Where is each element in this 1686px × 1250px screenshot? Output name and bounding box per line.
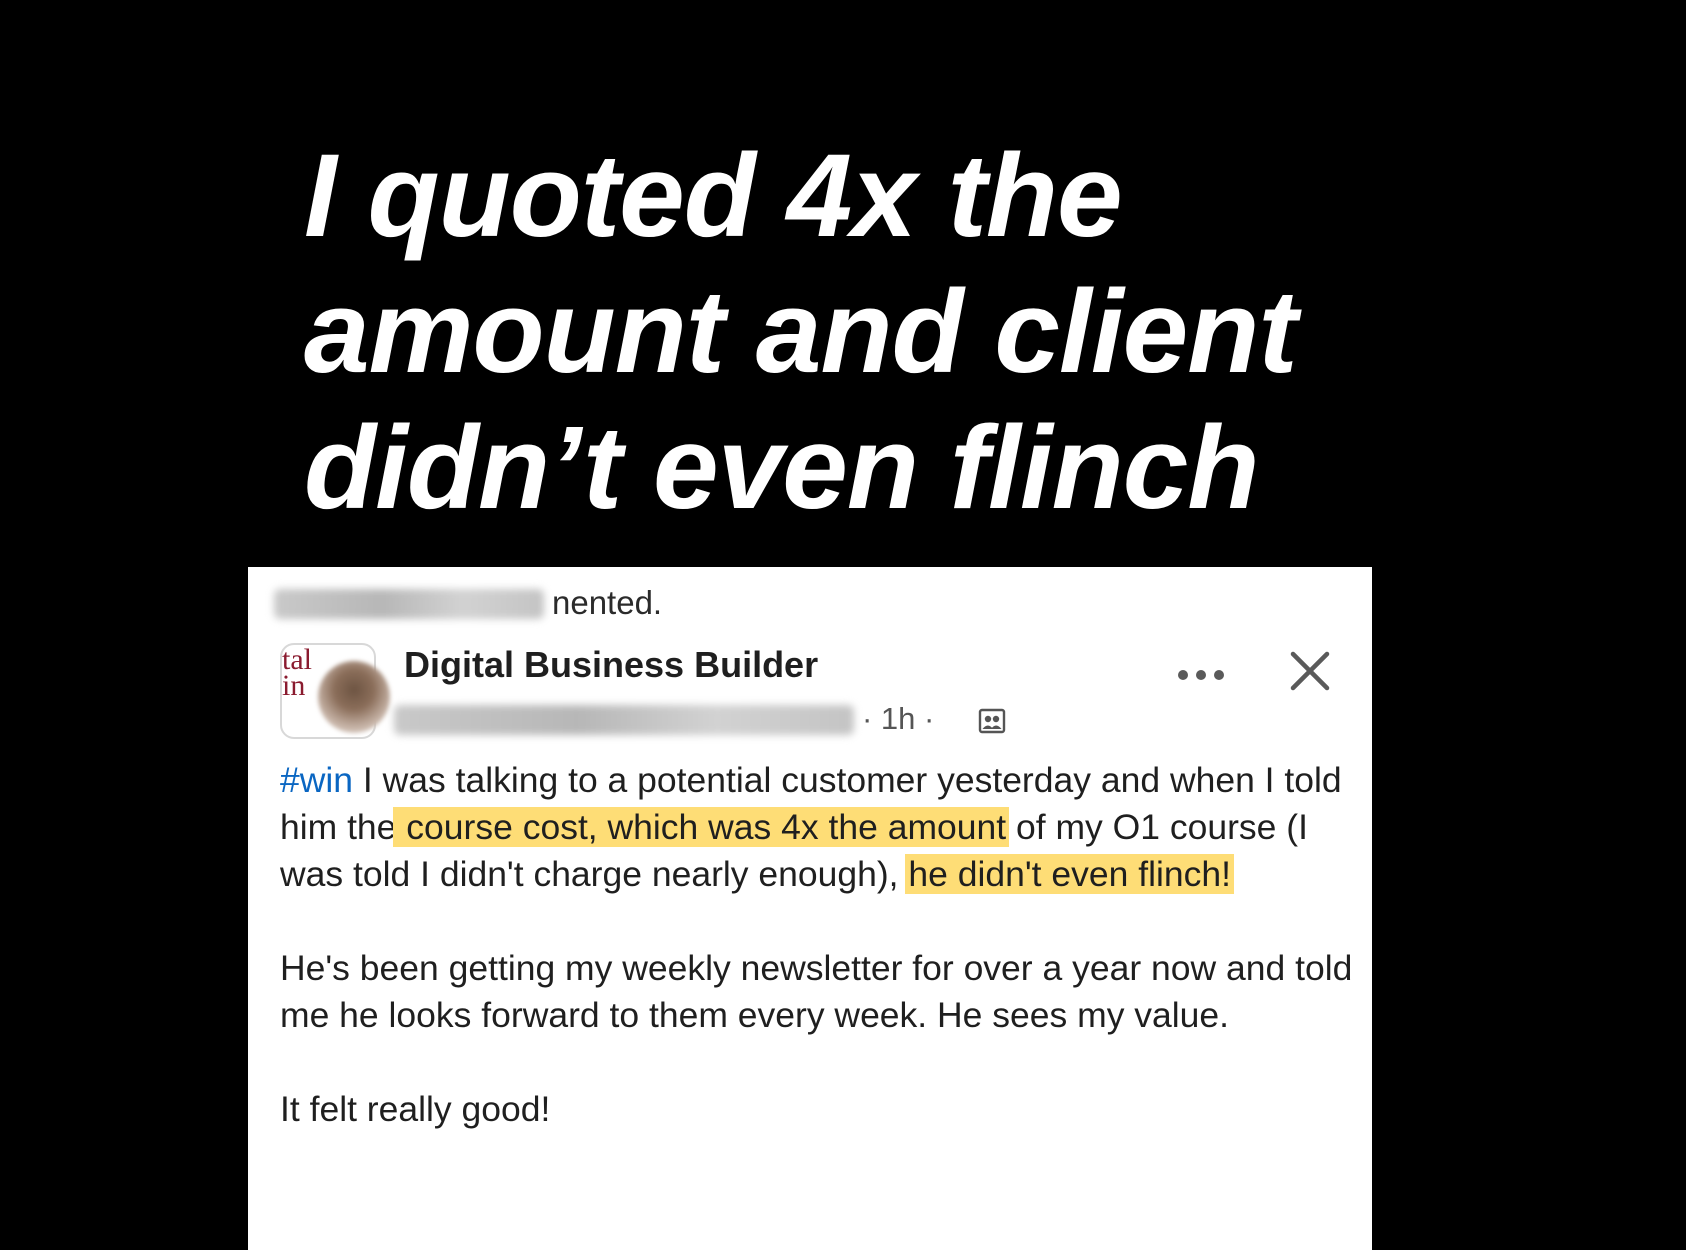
author-avatar[interactable] <box>318 661 390 733</box>
group-name[interactable]: Digital Business Builder <box>404 643 818 687</box>
post-paragraph-1: #win I was talking to a potential custom… <box>280 757 1360 898</box>
more-options-icon[interactable] <box>1174 663 1228 687</box>
highlight-course-cost: course cost, which was 4x the amount <box>393 807 1010 847</box>
post-paragraph-3: It felt really good! <box>280 1089 551 1129</box>
hashtag-link[interactable]: #win <box>280 760 353 800</box>
post-meta: · 1h · <box>394 697 1006 741</box>
redacted-commenter-name <box>274 589 544 619</box>
headline-line-3: didn’t even flinch <box>304 402 1259 534</box>
page: I quoted 4x the amount and client didn’t… <box>0 0 1686 1250</box>
group-logo-text: tal in <box>282 643 312 702</box>
close-icon[interactable] <box>1288 649 1332 693</box>
redacted-author-name <box>394 705 854 735</box>
post-timestamp: · 1h · <box>862 701 935 736</box>
highlight-didnt-flinch: he didn't even flinch! <box>905 854 1234 894</box>
post-paragraph-2: He's been getting my weekly newsletter f… <box>280 948 1353 1035</box>
group-icon <box>978 708 1006 734</box>
headline-line-1: I quoted 4x the <box>304 130 1123 262</box>
post-card: nented. tal in Digital Business Builder … <box>248 567 1372 1250</box>
headline: I quoted 4x the amount and client didn’t… <box>304 128 1404 536</box>
post-body: #win I was talking to a potential custom… <box>280 757 1360 1133</box>
headline-line-2: amount and client <box>304 266 1298 398</box>
activity-text: nented. <box>552 584 663 621</box>
